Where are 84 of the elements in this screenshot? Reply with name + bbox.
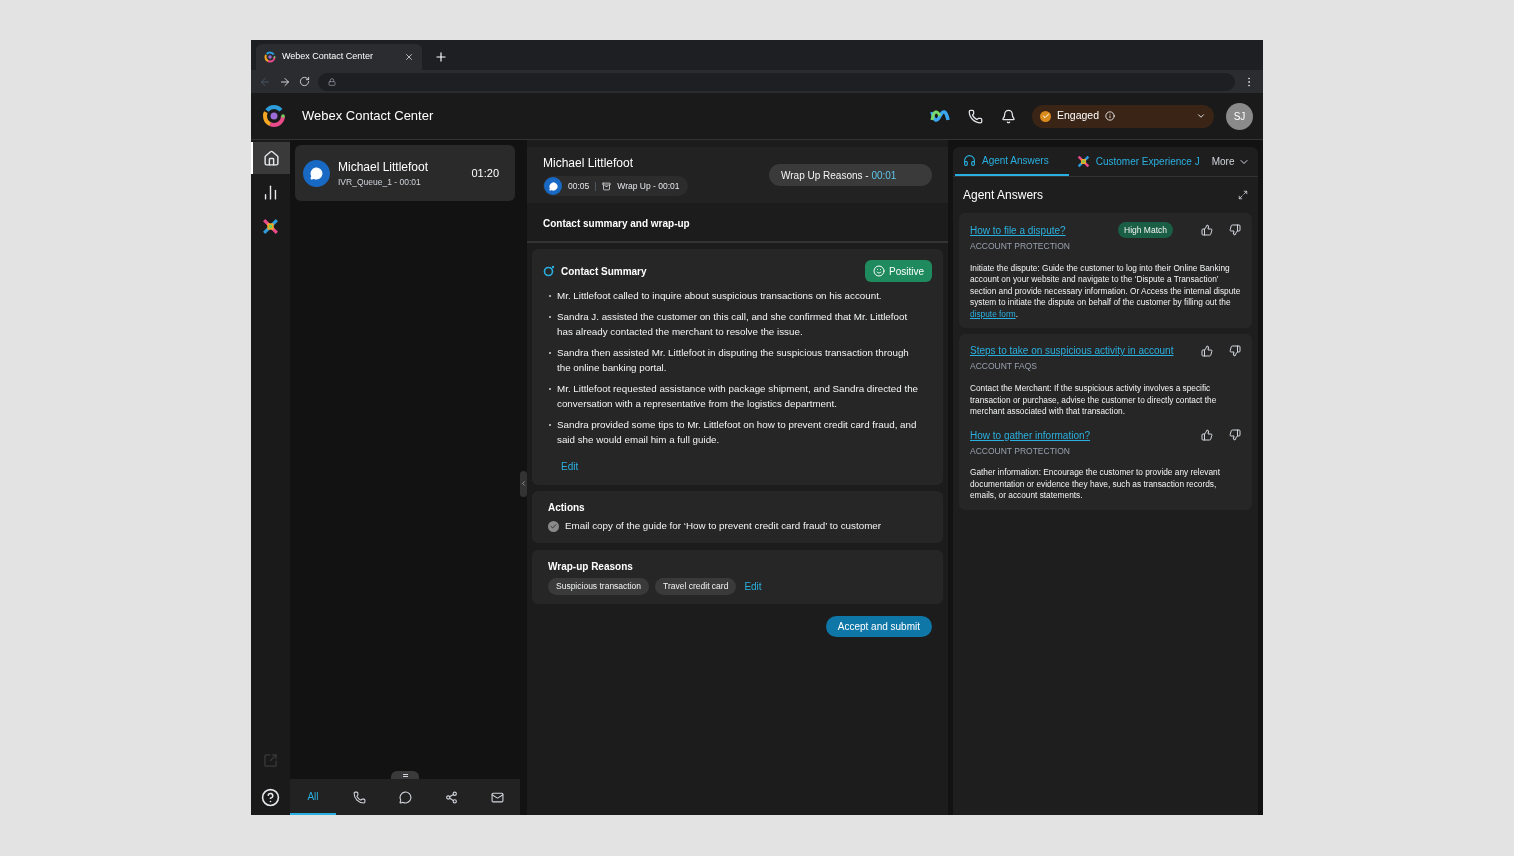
chat-timer: 00:05 <box>568 179 590 193</box>
thumbs-up-icon[interactable] <box>1201 224 1213 236</box>
customer-name: Michael Littlefoot <box>543 155 635 172</box>
tab-title: Webex Contact Center <box>282 50 374 64</box>
new-tab-icon[interactable] <box>434 50 448 64</box>
chevron-down-icon <box>1196 111 1206 121</box>
queue-info: IVR_Queue_1 - 00:01 <box>338 175 422 189</box>
card-title: Actions <box>548 501 586 515</box>
forward-icon[interactable] <box>279 75 291 88</box>
home-icon <box>263 149 280 167</box>
thumbs-down-icon[interactable] <box>1229 344 1241 357</box>
lock-icon <box>328 77 336 86</box>
smile-icon <box>873 265 885 277</box>
card-title: Wrap-up Reasons <box>548 559 634 574</box>
card-title: Contact Summary <box>561 264 648 279</box>
avatar[interactable]: SJ <box>1226 102 1253 130</box>
status-dropdown[interactable]: Engaged <box>1032 104 1214 128</box>
match-badge: High Match <box>1118 222 1173 238</box>
thumbs-up-icon[interactable] <box>1201 344 1213 357</box>
summary-point: Sandra provided some tips to Mr. Littlefoot on how to prevent credit card fraud, and said she would email him a full guide. <box>557 418 918 447</box>
submit-button[interactable]: Accept and submit <box>825 615 932 637</box>
share-icon <box>444 790 458 804</box>
nav-item[interactable] <box>251 142 290 174</box>
panel-tab[interactable]: Customer Experience J <box>1068 147 1208 176</box>
app-title: Webex Contact Center <box>302 107 435 126</box>
panel-tab[interactable]: Agent Answers <box>955 147 1069 176</box>
answer-category: ACCOUNT FAQS <box>970 360 1038 373</box>
answer-link[interactable]: How to gather information? <box>970 427 1185 443</box>
close-icon[interactable] <box>404 52 414 62</box>
collapse-handle[interactable] <box>520 470 527 497</box>
wrap-up-reasons-button[interactable]: Wrap Up Reasons - 00:01 <box>769 164 932 186</box>
logo-icon <box>262 104 286 128</box>
answer-text: Contact the Merchant: If the suspicious activity involves a specific transaction or purchase, advise the customer to directly contact the merchant associated with that transaction. <box>970 383 1218 418</box>
info-icon <box>1105 111 1116 121</box>
wrap-up-icon <box>602 181 612 191</box>
answer-text: Initiate the dispute: Guide the customer to log into their Online Banking account on your website and navigate to the ‘Dispute a Transaction’ section and provide necessary information. Or Access the internal dispute system to initiate the dispute on behalf of the customer by filling out the dispute form. <box>970 262 1241 321</box>
summary-point: Mr. Littlefoot called to inquire about suspicious transactions on his account. <box>557 289 882 303</box>
section-title: Contact summary and wrap-up <box>543 216 690 231</box>
chat-avatar <box>303 159 330 187</box>
summary-point: Mr. Littlefoot requested assistance with package shipment, and Sandra directed the conversation with a representative from the logistics department. <box>557 382 920 411</box>
contact-timer: 01:20 <box>471 165 499 181</box>
browser-tab[interactable]: Webex Contact Center <box>256 44 422 70</box>
reason-tag: Suspicious transaction <box>548 577 650 595</box>
thumbs-up-icon[interactable] <box>1201 429 1213 441</box>
expand-icon[interactable] <box>1238 190 1248 200</box>
app-icon <box>1076 155 1090 168</box>
filter-tab[interactable]: All <box>290 779 336 815</box>
wrap-up-timer: Wrap Up - 00:01 <box>617 179 680 193</box>
contact-name: Michael Littlefoot <box>338 158 430 176</box>
bell-icon[interactable] <box>1001 108 1016 124</box>
answer-category: ACCOUNT PROTECTION <box>970 240 1071 253</box>
edit-link[interactable]: Edit <box>561 459 579 474</box>
reason-tag: Travel credit card <box>655 577 737 595</box>
answer-category: ACCOUNT PROTECTION <box>970 444 1071 458</box>
webex-icon[interactable] <box>930 109 950 123</box>
answer-text: Gather information: Encourage the customer to provide any relevant documentation or evidence they have, such as transaction records, emails, or account statements. <box>970 467 1221 502</box>
app-icon <box>262 217 279 235</box>
phone-icon <box>352 790 366 804</box>
chat-icon <box>398 790 412 804</box>
headset-icon <box>963 154 976 167</box>
answer-link[interactable]: How to file a dispute? <box>970 222 1110 238</box>
checkbox[interactable] <box>548 520 559 532</box>
answer-link[interactable]: Steps to take on suspicious activity in account <box>970 343 1185 359</box>
check-icon <box>1040 110 1051 122</box>
summary-point: Sandra J. assisted the customer on this call, and she confirmed that Mr. Littlefoot has already contacted the merchant to resolve the issue. <box>557 310 909 339</box>
sentiment-badge: Positive <box>865 260 932 282</box>
bar-chart-icon <box>262 183 279 201</box>
more-tab[interactable]: More <box>1207 147 1255 176</box>
contact-card[interactable]: Michael Littlefoot IVR_Queue_1 - 00:01 01:20 <box>295 145 515 201</box>
ai-icon <box>543 265 555 277</box>
thumbs-down-icon[interactable] <box>1229 224 1241 236</box>
reload-icon[interactable] <box>299 76 310 87</box>
action-text: Email copy of the guide for ‘How to prevent credit card fraud’ to customer <box>565 519 881 533</box>
dispute-form-link[interactable]: dispute form <box>970 308 1016 319</box>
logo-icon <box>264 51 276 63</box>
help-icon[interactable] <box>261 788 280 807</box>
edit-link[interactable]: Edit <box>744 578 762 594</box>
chat-icon <box>548 181 558 191</box>
drag-handle[interactable] <box>391 771 419 779</box>
phone-icon[interactable] <box>968 108 983 124</box>
thumbs-down-icon[interactable] <box>1229 429 1241 441</box>
mail-icon <box>490 790 504 804</box>
panel-title: Agent Answers <box>963 187 1045 204</box>
summary-point: Sandra then assisted Mr. Littlefoot in disputing the suspicious transaction through the online banking portal. <box>557 346 910 375</box>
